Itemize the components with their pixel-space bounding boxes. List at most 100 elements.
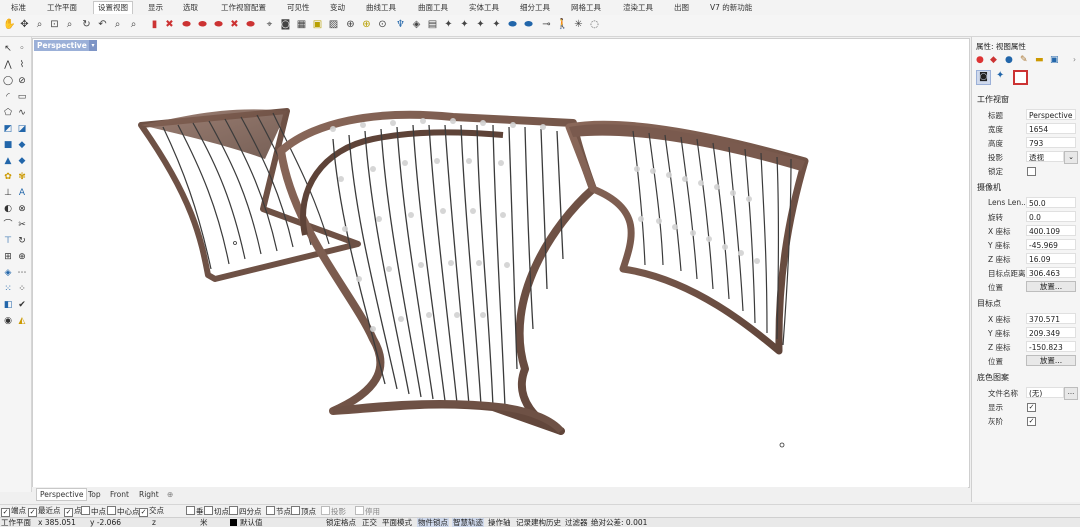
cut-plane-icon[interactable]: ⋯ <box>16 267 28 279</box>
camera-y-field[interactable]: -45.969 <box>1026 239 1076 250</box>
globe-icon[interactable]: ◌ <box>588 18 601 31</box>
osnap-checkbox[interactable] <box>81 506 90 515</box>
curve-icon[interactable]: ⌇ <box>16 59 28 71</box>
osnap-checkbox[interactable] <box>186 506 195 515</box>
title-field[interactable]: Perspective <box>1026 109 1076 120</box>
tab-display[interactable]: 显示 <box>148 2 163 14</box>
tab-visibility[interactable]: 可见性 <box>287 2 310 14</box>
image-icon[interactable]: ▨ <box>327 18 340 31</box>
loft-icon[interactable]: ◪ <box>16 123 28 135</box>
osnap-0[interactable]: ✓ 端点 <box>1 506 26 517</box>
panel-more-chevron-icon[interactable]: › <box>1073 55 1076 64</box>
sun-icon[interactable]: ♆ <box>394 18 407 31</box>
pan-hand-icon[interactable]: ✋ <box>3 18 16 31</box>
arrange-icon[interactable]: ▤ <box>426 18 439 31</box>
flip-view-icon[interactable]: ⊙ <box>376 18 389 31</box>
walk-icon[interactable]: ✦ <box>442 18 455 31</box>
model-canvas[interactable] <box>33 39 969 487</box>
analyze-icon[interactable]: ◧ <box>2 299 14 311</box>
grayscale-checkbox[interactable]: ✓ <box>1027 417 1036 426</box>
osnap-checkbox[interactable]: ✓ <box>139 508 148 517</box>
osnap-checkbox[interactable] <box>355 506 364 515</box>
star-icon[interactable]: ✦ <box>474 18 487 31</box>
extrude-icon[interactable]: ◆ <box>16 139 28 151</box>
tab-render-tools[interactable]: 渲染工具 <box>623 2 653 14</box>
zoom-dynamic-icon[interactable]: ⌕ <box>127 18 140 31</box>
rotate-view-icon[interactable]: ↻ <box>80 18 93 31</box>
projection-chevron-down-icon[interactable]: ⌄ <box>1064 151 1078 164</box>
sparkle-icon[interactable]: ✳ <box>572 18 585 31</box>
tab-viewport-layout[interactable]: 工作视窗配置 <box>221 2 266 14</box>
disk-icon[interactable]: ⬬ <box>522 18 535 31</box>
camera-z-field[interactable]: 16.09 <box>1026 253 1076 264</box>
osnap-checkbox[interactable] <box>266 506 275 515</box>
target-y-field[interactable]: 209.349 <box>1026 327 1076 338</box>
surface-icon[interactable]: ◩ <box>2 123 14 135</box>
rotation-field[interactable]: 0.0 <box>1026 211 1076 222</box>
zoom-window-icon[interactable]: ⊡ <box>48 18 61 31</box>
target-x-field[interactable]: 370.571 <box>1026 313 1076 324</box>
width-field[interactable]: 1654 <box>1026 123 1076 134</box>
texture-icon[interactable]: ✎ <box>1020 55 1028 65</box>
tab-right[interactable]: Right <box>139 489 159 500</box>
osnap-8[interactable]: 四分点 <box>229 506 262 516</box>
paint-icon[interactable]: ◐ <box>2 203 14 215</box>
solid-edit-icon[interactable]: ◈ <box>2 267 14 279</box>
osnap-11[interactable]: 投影 <box>321 506 346 516</box>
target-place-button[interactable]: 放置... <box>1026 355 1076 366</box>
grid-array-icon[interactable]: ⁙ <box>2 283 14 295</box>
tab-curve-tools[interactable]: 曲线工具 <box>366 2 396 14</box>
file-name-field[interactable]: (无) <box>1026 387 1064 398</box>
split-icon[interactable]: ↻ <box>16 235 28 247</box>
polyline-icon[interactable]: ⋀ <box>2 59 14 71</box>
osnap-checkbox[interactable]: ✓ <box>64 508 73 517</box>
group-icon[interactable]: ⊗ <box>16 203 28 215</box>
arc-icon[interactable]: ◜ <box>2 91 14 103</box>
light-icon[interactable]: ✦ <box>490 18 503 31</box>
fly-icon[interactable]: ✦ <box>458 18 471 31</box>
select-arrow-icon[interactable]: ↖ <box>2 43 14 55</box>
osnap-12[interactable]: 停用 <box>355 506 380 516</box>
osnap-1[interactable]: ✓ 最近点 <box>28 506 61 517</box>
tab-solid-tools[interactable]: 实体工具 <box>469 2 499 14</box>
set-camera-icon[interactable]: ⌖ <box>263 18 276 31</box>
dimension-icon[interactable]: ⊥ <box>2 187 14 199</box>
circle-icon[interactable]: ◯ <box>2 75 14 87</box>
osnap-checkbox[interactable] <box>229 506 238 515</box>
perspective-view-icon[interactable]: ⬬ <box>244 18 257 31</box>
control-points-icon[interactable]: ⁘ <box>16 283 28 295</box>
osnap-7[interactable]: 切点 <box>204 506 229 516</box>
material-icon[interactable]: ◆ <box>990 55 997 65</box>
tab-set-view[interactable]: 设置视图 <box>93 1 133 14</box>
tab-new-in-v7[interactable]: V7 的新功能 <box>710 2 752 14</box>
fillet-icon[interactable]: ⌒ <box>2 219 14 231</box>
mesh-icon[interactable]: ▲ <box>2 155 14 167</box>
render-icon[interactable]: ✾ <box>16 171 28 183</box>
target-icon[interactable]: ⊕ <box>344 18 357 31</box>
move-view-icon[interactable]: ✥ <box>18 18 31 31</box>
polygon-icon[interactable]: ⬠ <box>2 107 14 119</box>
freeform-icon[interactable]: ∿ <box>16 107 28 119</box>
named-views-icon[interactable]: ▦ <box>295 18 308 31</box>
show-checkbox[interactable]: ✓ <box>1027 403 1036 412</box>
osnap-5[interactable]: ✓ 交点 <box>139 506 164 517</box>
plan-view-icon[interactable]: ✖ <box>163 18 176 31</box>
capture-icon[interactable]: ◙ <box>279 18 292 31</box>
rectangle-icon[interactable]: ▭ <box>16 91 28 103</box>
transform-icon[interactable]: ⊕ <box>16 251 28 263</box>
osnap-2[interactable]: ✓ 点 <box>64 506 82 517</box>
target-distance-field[interactable]: 306.463 <box>1026 267 1076 278</box>
lens-field[interactable]: 50.0 <box>1026 197 1076 208</box>
zoom-selected-icon[interactable]: ⌕ <box>111 18 124 31</box>
environment-icon[interactable]: ● <box>1005 55 1013 65</box>
tab-surface-tools[interactable]: 曲面工具 <box>418 2 448 14</box>
undo-view-icon[interactable]: ↶ <box>96 18 109 31</box>
save-view-icon[interactable]: ▣ <box>311 18 324 31</box>
draft-angle-icon[interactable]: ◭ <box>16 315 28 327</box>
camera-x-field[interactable]: 400.109 <box>1026 225 1076 236</box>
tab-mesh-tools[interactable]: 网格工具 <box>571 2 601 14</box>
cube-view-icon[interactable]: ◈ <box>410 18 423 31</box>
zoom-icon[interactable]: ⌕ <box>33 18 46 31</box>
zebra-icon[interactable]: ◉ <box>2 315 14 327</box>
tab-drafting[interactable]: 出图 <box>674 2 689 14</box>
